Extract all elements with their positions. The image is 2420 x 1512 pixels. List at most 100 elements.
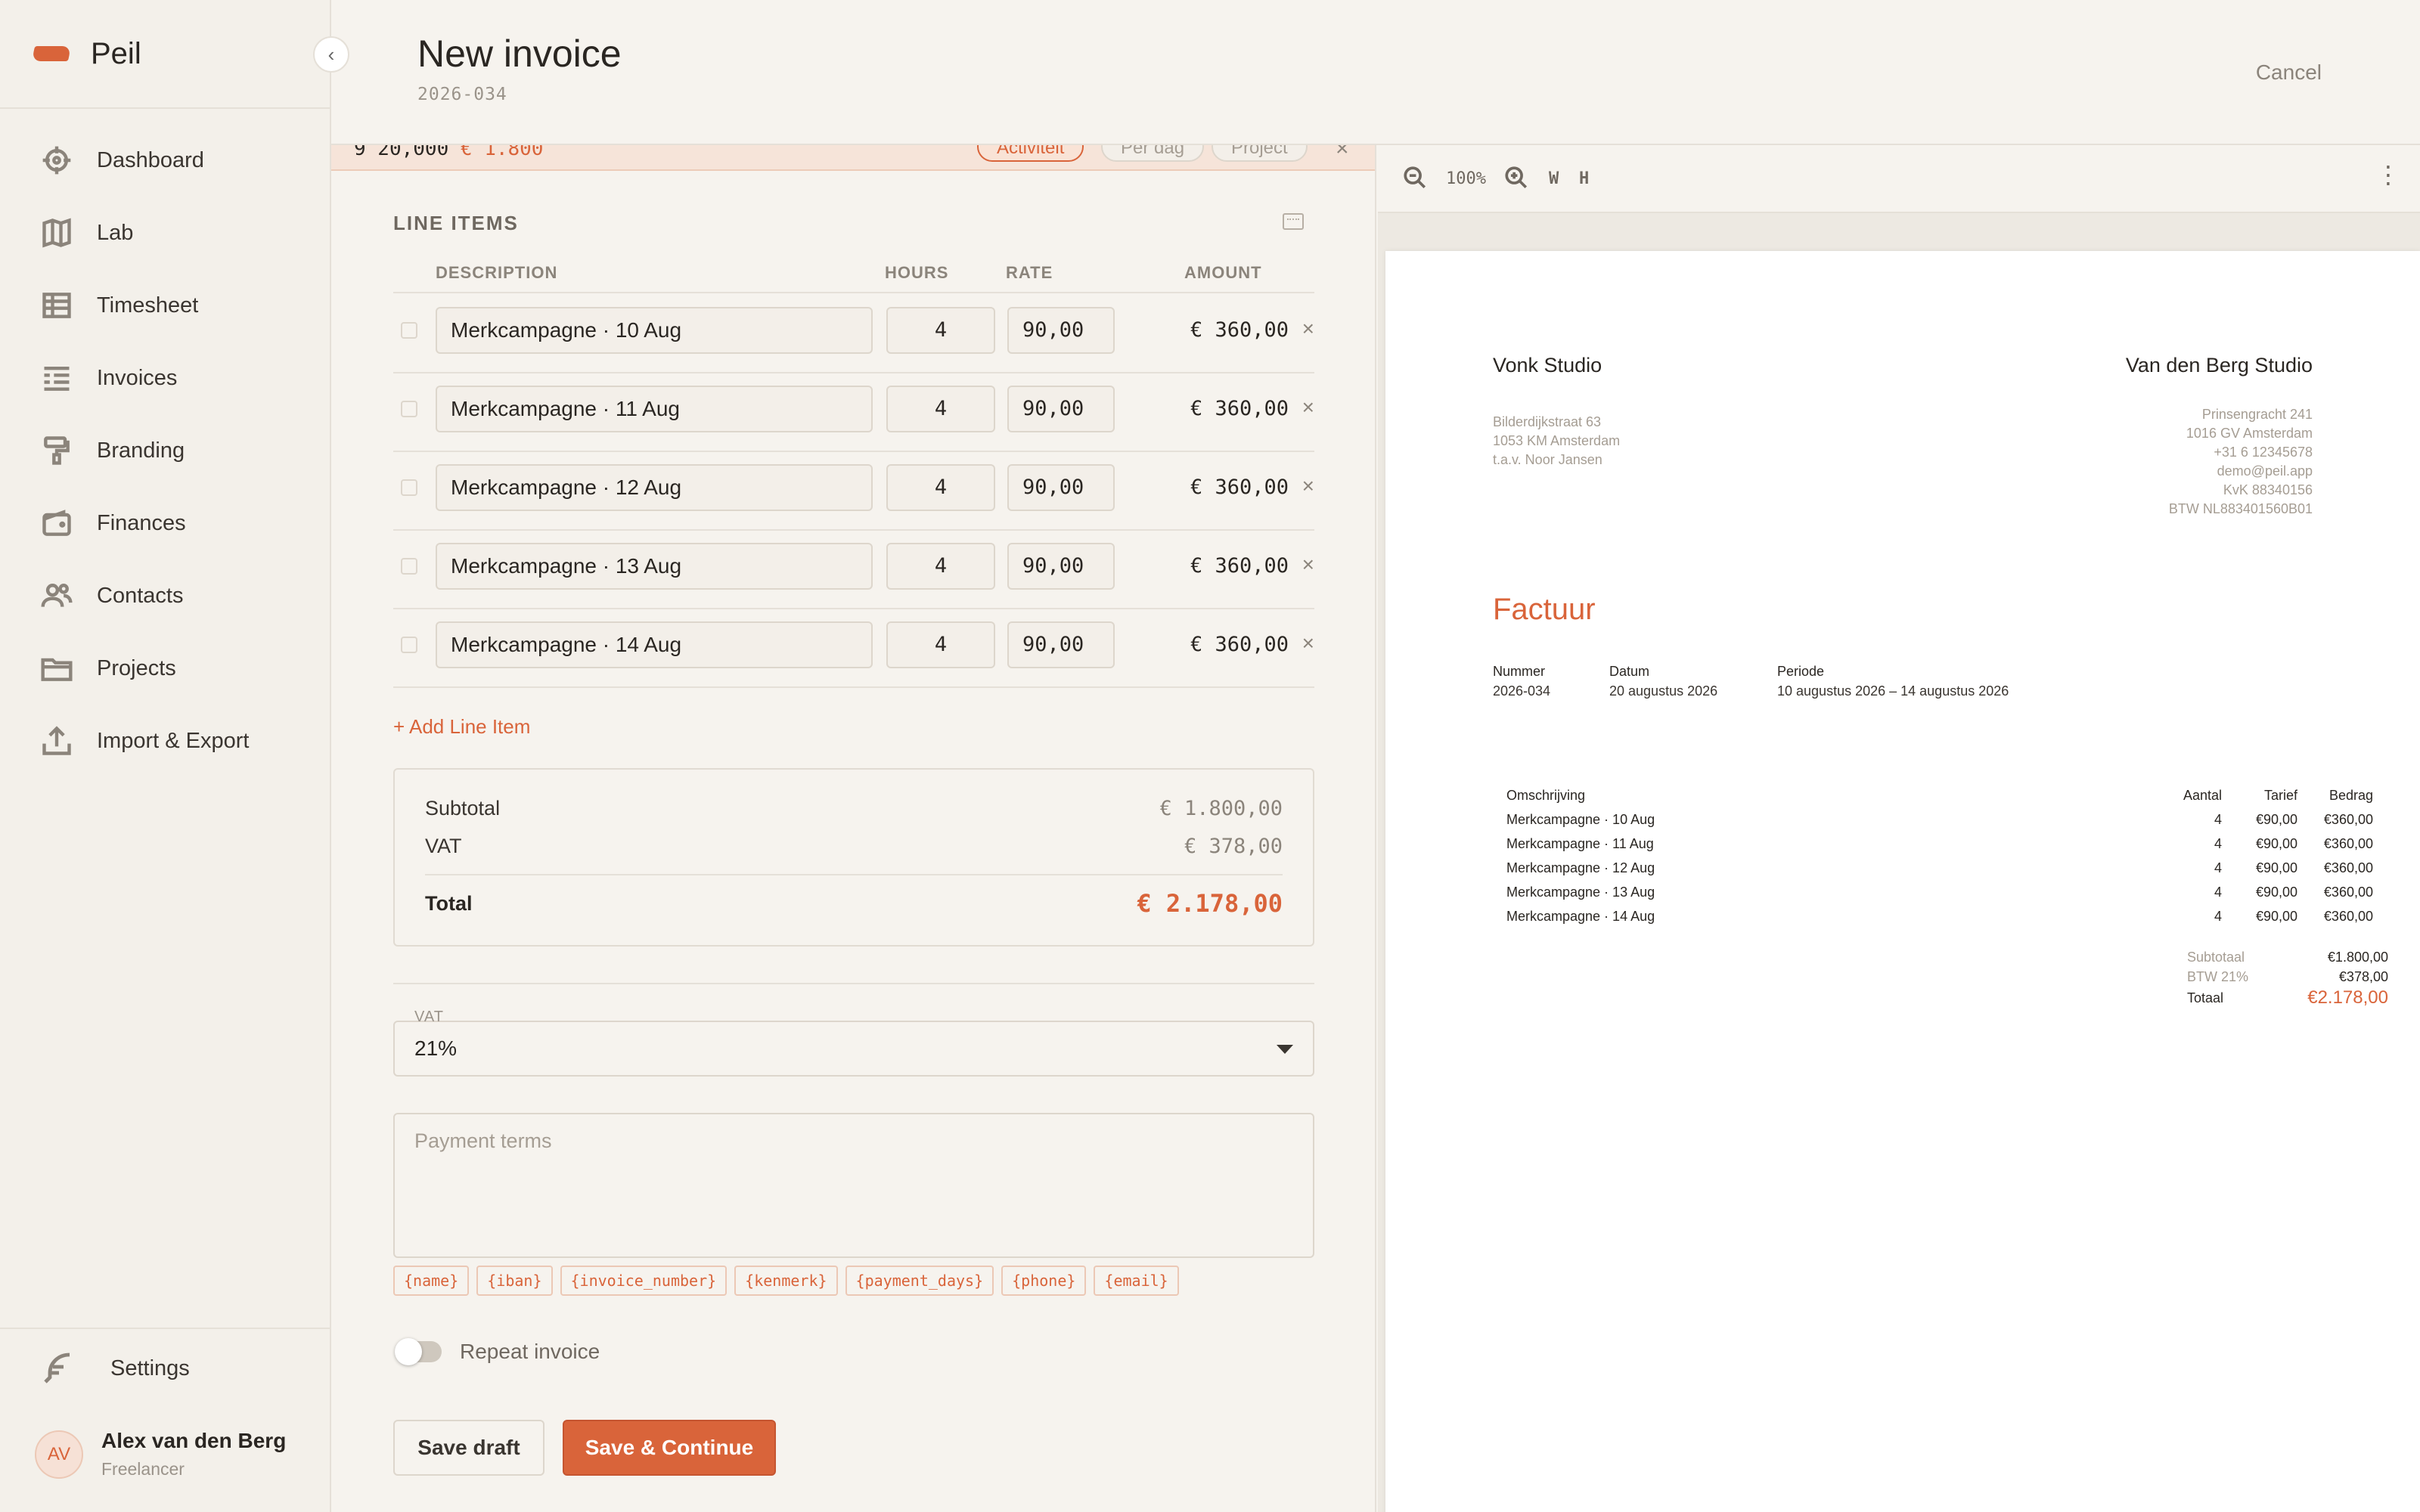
placeholder-chip[interactable]: {iban} — [476, 1266, 553, 1296]
sidebar-item-finances[interactable]: Finances — [0, 487, 330, 559]
fit-height-button[interactable]: H — [1579, 169, 1589, 188]
cancel-button[interactable]: Cancel — [2256, 60, 2322, 85]
keyboard-icon[interactable] — [1283, 213, 1304, 230]
line-item-row: Merkcampagne · 14 Aug 4 90,00 € 360,00 × — [393, 609, 1314, 688]
brand[interactable]: Peil — [0, 0, 330, 109]
invoice-list-icon — [39, 361, 74, 395]
collapse-sidebar-button[interactable]: ‹ — [313, 36, 349, 73]
map-icon — [39, 215, 74, 250]
meta-label: Datum — [1609, 664, 1650, 679]
row-checkbox[interactable] — [401, 401, 417, 417]
vat-select-value: 21% — [414, 1036, 458, 1060]
table-icon — [39, 288, 74, 323]
upload-icon — [39, 723, 74, 758]
sidebar-item-dashboard[interactable]: Dashboard — [0, 124, 330, 197]
fit-width-button[interactable]: W — [1549, 169, 1559, 188]
description-input[interactable]: Merkcampagne · 10 Aug — [436, 307, 873, 354]
more-options-icon[interactable]: ⋮ — [2376, 160, 2400, 189]
payment-terms-placeholder: Payment terms — [414, 1129, 552, 1152]
preview-client-address: Bilderdijkstraat 63 1053 KM Amsterdam t.… — [1493, 413, 1620, 469]
zoom-in-icon[interactable] — [1503, 165, 1529, 195]
preview-row-rate: €90,00 — [2255, 812, 2297, 827]
divider — [425, 874, 1283, 875]
mode-pill-project[interactable]: Project — [1212, 145, 1308, 162]
user-profile[interactable]: AV Alex van den Berg Freelancer — [35, 1429, 286, 1479]
sidebar-item-label: Projects — [97, 655, 176, 680]
remove-row-icon[interactable]: × — [1269, 621, 1314, 665]
zoom-out-icon[interactable] — [1402, 165, 1428, 195]
placeholder-chip[interactable]: {payment_days} — [845, 1266, 994, 1296]
vat-select[interactable]: 21% — [393, 1021, 1314, 1077]
sidebar-item-projects[interactable]: Projects — [0, 632, 330, 705]
save-draft-button[interactable]: Save draft — [393, 1420, 544, 1476]
placeholder-chip[interactable]: {name} — [393, 1266, 470, 1296]
remove-row-icon[interactable]: × — [1269, 386, 1314, 429]
amount-value: € 360,00 — [1190, 318, 1289, 342]
rate-input[interactable]: 90,00 — [1007, 621, 1115, 668]
sidebar-item-import-export[interactable]: Import & Export — [0, 705, 330, 777]
sidebar-item-settings[interactable]: Settings — [39, 1350, 190, 1387]
placeholder-chip[interactable]: {kenmerk} — [734, 1266, 838, 1296]
hours-input[interactable]: 4 — [886, 464, 995, 511]
sidebar: Peil Dashboard Lab Timesheet Invoices Br… — [0, 0, 331, 1512]
description-input[interactable]: Merkcampagne · 12 Aug — [436, 464, 873, 511]
row-checkbox[interactable] — [401, 558, 417, 575]
hours-input[interactable]: 4 — [886, 386, 995, 432]
preview-row-desc: Merkcampagne · 13 Aug — [1506, 885, 1655, 900]
hours-input[interactable]: 4 — [886, 621, 995, 668]
remove-row-icon[interactable]: × — [1269, 307, 1314, 351]
row-checkbox[interactable] — [401, 637, 417, 653]
column-amount: AMOUNT — [1184, 263, 1262, 282]
rate-input[interactable]: 90,00 — [1007, 307, 1115, 354]
mode-pill-per-dag[interactable]: Per dag — [1101, 145, 1205, 162]
avatar: AV — [35, 1430, 83, 1479]
preview-row-rate: €90,00 — [2255, 860, 2297, 875]
preview-row-amount: €360,00 — [2323, 836, 2373, 851]
sidebar-item-branding[interactable]: Branding — [0, 414, 330, 487]
page-header: New invoice 2026-034 Cancel — [331, 0, 2420, 145]
description-input[interactable]: Merkcampagne · 14 Aug — [436, 621, 873, 668]
save-continue-button[interactable]: Save & Continue — [563, 1420, 776, 1476]
preview-row-qty: 4 — [2214, 885, 2222, 900]
add-line-item-button[interactable]: + Add Line Item — [393, 715, 530, 739]
users-icon — [39, 578, 74, 613]
address-line: Bilderdijkstraat 63 — [1493, 414, 1602, 429]
sidebar-item-label: Dashboard — [97, 147, 204, 172]
toggle-knob — [395, 1338, 422, 1365]
remove-row-icon[interactable]: × — [1269, 543, 1314, 587]
remove-row-icon[interactable]: × — [1269, 464, 1314, 508]
page-title: New invoice — [417, 33, 622, 75]
sidebar-item-timesheet[interactable]: Timesheet — [0, 269, 330, 342]
sidebar-item-invoices[interactable]: Invoices — [0, 342, 330, 414]
placeholder-chip[interactable]: {phone} — [1001, 1266, 1087, 1296]
time-import-strip: 9 20,000 € 1.800 Activiteit Per dag Proj… — [331, 145, 1375, 171]
zoom-level: 100% — [1446, 169, 1486, 188]
rate-input[interactable]: 90,00 — [1007, 543, 1115, 590]
close-icon[interactable]: × — [1336, 145, 1349, 162]
sidebar-item-lab[interactable]: Lab — [0, 197, 330, 269]
repeat-invoice-toggle[interactable] — [395, 1338, 442, 1365]
preview-row-desc: Merkcampagne · 14 Aug — [1506, 909, 1655, 924]
mode-pill-activiteit[interactable]: Activiteit — [977, 145, 1084, 162]
hours-input[interactable]: 4 — [886, 307, 995, 354]
folder-icon — [39, 651, 74, 686]
hours-input[interactable]: 4 — [886, 543, 995, 590]
sidebar-item-contacts[interactable]: Contacts — [0, 559, 330, 632]
rate-input[interactable]: 90,00 — [1007, 386, 1115, 432]
sidebar-item-label: Branding — [97, 438, 185, 463]
payment-terms-input[interactable]: Payment terms — [393, 1113, 1314, 1258]
preview-subtotal-label: Subtotaal — [2187, 950, 2245, 965]
sidebar-item-label: Import & Export — [97, 728, 250, 753]
rate-input[interactable]: 90,00 — [1007, 464, 1115, 511]
detail-line: BTW NL883401560B01 — [2168, 501, 2313, 516]
description-input[interactable]: Merkcampagne · 11 Aug — [436, 386, 873, 432]
preview-title: Factuur — [1493, 593, 1596, 626]
meta-label: Nummer — [1493, 664, 1546, 679]
row-checkbox[interactable] — [401, 322, 417, 339]
preview-col-amount: Bedrag — [2328, 788, 2373, 803]
preview-total-value: €2.178,00 — [2307, 987, 2388, 1008]
description-input[interactable]: Merkcampagne · 13 Aug — [436, 543, 873, 590]
placeholder-chip[interactable]: {invoice_number} — [560, 1266, 728, 1296]
row-checkbox[interactable] — [401, 479, 417, 496]
placeholder-chip[interactable]: {email} — [1094, 1266, 1179, 1296]
